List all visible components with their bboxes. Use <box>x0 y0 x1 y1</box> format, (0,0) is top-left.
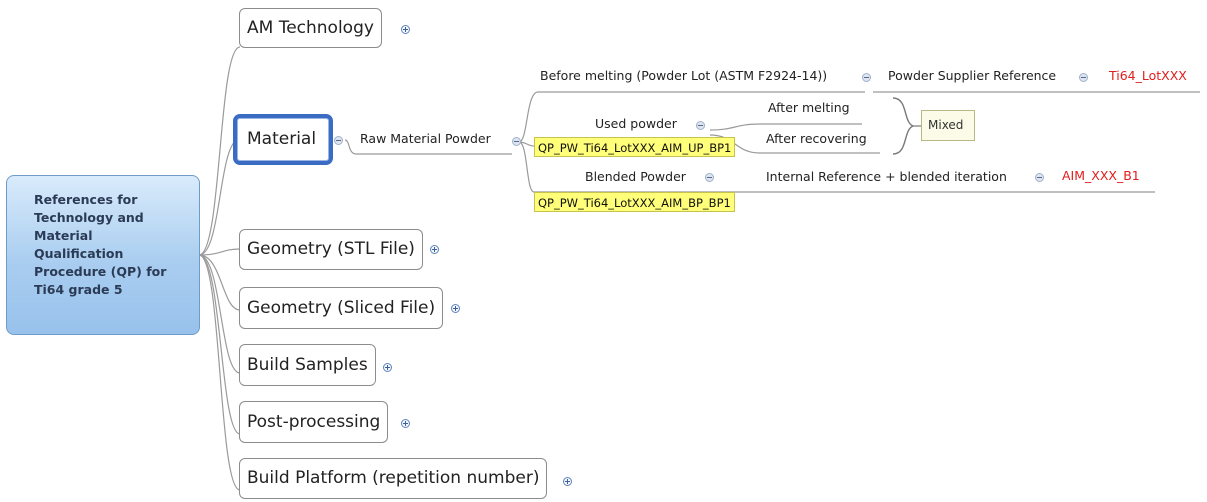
topic-build-platform[interactable]: Build Platform (repetition number) <box>239 458 548 499</box>
raw-material-powder-label[interactable]: Raw Material Powder <box>360 132 491 146</box>
collapse-minus-icon[interactable] <box>1035 173 1044 182</box>
topic-post-processing[interactable]: Post-processing <box>239 401 389 443</box>
powder-supplier-label[interactable]: Powder Supplier Reference <box>888 69 1056 83</box>
expand-plus-icon[interactable] <box>401 25 410 34</box>
collapse-minus-icon[interactable] <box>862 73 871 82</box>
topic-label: Build Platform (repetition number) <box>247 468 540 488</box>
central-topic-line: Material <box>34 228 93 243</box>
internal-reference-label[interactable]: Internal Reference + blended iteration <box>766 170 1007 184</box>
used-powder-tag: QP_PW_Ti64_LotXXX_AIM_UP_BP1 <box>534 137 736 157</box>
topic-label: Post-processing <box>247 411 381 432</box>
expand-plus-icon[interactable] <box>383 363 392 372</box>
collapse-minus-icon[interactable] <box>1079 73 1088 82</box>
supplier-lot-code[interactable]: Ti64_LotXXX <box>1109 69 1187 83</box>
after-melting-label[interactable]: After melting <box>768 101 850 115</box>
topic-label: Build Samples <box>247 354 368 375</box>
topic-geometry-sliced[interactable]: Geometry (Sliced File) <box>239 287 444 329</box>
expand-plus-icon[interactable] <box>451 304 460 313</box>
expand-plus-icon[interactable] <box>401 419 410 428</box>
central-topic[interactable]: References for Technology and Material Q… <box>6 175 200 335</box>
topic-label: Geometry (Sliced File) <box>247 297 436 318</box>
blended-powder-label[interactable]: Blended Powder <box>585 170 686 184</box>
collapse-minus-icon[interactable] <box>334 136 343 145</box>
after-recovering-label[interactable]: After recovering <box>766 132 867 146</box>
used-powder-label[interactable]: Used powder <box>595 117 677 131</box>
topic-label: AM Technology <box>247 17 374 38</box>
topic-label: Geometry (STL File) <box>247 239 415 259</box>
central-topic-line: References for <box>34 192 138 207</box>
blend-code[interactable]: AIM_XXX_B1 <box>1062 169 1140 183</box>
mixed-boundary[interactable]: Mixed <box>921 110 975 141</box>
central-topic-line: Procedure (QP) for <box>34 264 167 279</box>
expand-plus-icon[interactable] <box>430 245 439 254</box>
topic-am-technology[interactable]: AM Technology <box>239 8 382 48</box>
central-topic-line: Technology and <box>34 210 144 225</box>
expand-plus-icon[interactable] <box>563 477 572 486</box>
central-topic-line: Ti64 grade 5 <box>34 282 123 297</box>
topic-label: Material <box>247 129 317 149</box>
collapse-minus-icon[interactable] <box>512 137 521 146</box>
topic-material[interactable]: Material <box>233 114 333 165</box>
blended-powder-tag: QP_PW_Ti64_LotXXX_AIM_BP_BP1 <box>534 192 735 212</box>
collapse-minus-icon[interactable] <box>705 173 714 182</box>
before-melting-label[interactable]: Before melting (Powder Lot (ASTM F2924-1… <box>540 69 827 83</box>
collapse-minus-icon[interactable] <box>696 121 705 130</box>
central-topic-line: Qualification <box>34 246 124 261</box>
topic-geometry-stl[interactable]: Geometry (STL File) <box>239 229 423 270</box>
topic-build-samples[interactable]: Build Samples <box>239 344 376 386</box>
